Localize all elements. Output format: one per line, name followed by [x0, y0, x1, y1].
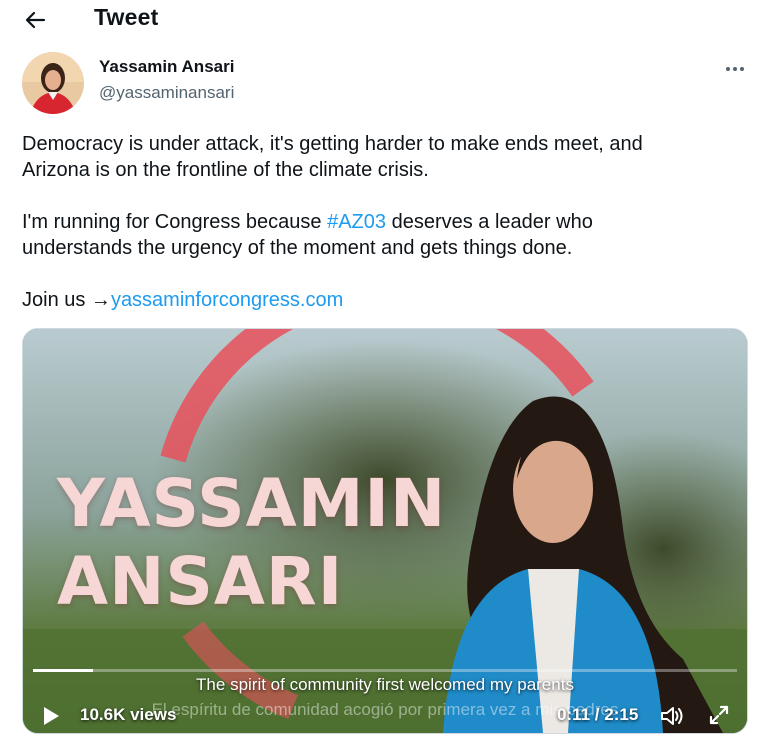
tweet-text-line: Join us →yassaminforcongress.com: [22, 287, 752, 313]
tweet-text-segment: deserves a leader who: [386, 211, 593, 233]
hashtag-link[interactable]: #AZ03: [327, 211, 386, 233]
play-icon: [44, 707, 59, 725]
tweet-text-segment: Join us →: [22, 289, 111, 311]
tweet-text-line: I'm running for Congress because #AZ03 d…: [22, 209, 752, 235]
page-title: Tweet: [94, 4, 159, 30]
tweet-text-line: Democracy is under attack, it's getting …: [22, 133, 643, 155]
video-player[interactable]: YASSAMIN ANSARI The spirit of community …: [22, 328, 748, 734]
video-time: 0:11 / 2:15: [557, 705, 639, 724]
avatar[interactable]: [22, 52, 84, 114]
more-options-button[interactable]: [722, 58, 748, 80]
website-link[interactable]: yassaminforcongress.com: [111, 289, 343, 311]
author-handle[interactable]: @yassaminansari: [99, 83, 234, 103]
fullscreen-button[interactable]: [707, 703, 731, 727]
video-progress-bar[interactable]: [33, 669, 737, 672]
video-title-line1: YASSAMIN: [57, 465, 447, 542]
volume-button[interactable]: [659, 703, 685, 729]
author-name[interactable]: Yassamin Ansari: [99, 57, 234, 77]
tweet-text-line: understands the urgency of the moment an…: [22, 237, 573, 259]
tweet-text-segment: I'm running for Congress because: [22, 211, 328, 233]
tweet-text: Democracy is under attack, it's getting …: [22, 131, 752, 313]
video-title-line2: ANSARI: [57, 543, 344, 620]
video-progress-fill: [33, 669, 93, 672]
back-button[interactable]: [22, 6, 50, 34]
volume-icon: [661, 707, 683, 725]
arrow-left-icon: [25, 11, 46, 29]
tweet-header: Tweet: [0, 0, 768, 40]
tweet-text-line: Arizona is on the frontline of the clima…: [22, 159, 429, 181]
view-count: 10.6K views: [80, 705, 177, 724]
fullscreen-icon: [709, 705, 729, 725]
play-button[interactable]: [41, 705, 61, 727]
video-controls: 10.6K views 0:11 / 2:15: [23, 689, 747, 733]
more-horizontal-icon: [726, 67, 744, 71]
